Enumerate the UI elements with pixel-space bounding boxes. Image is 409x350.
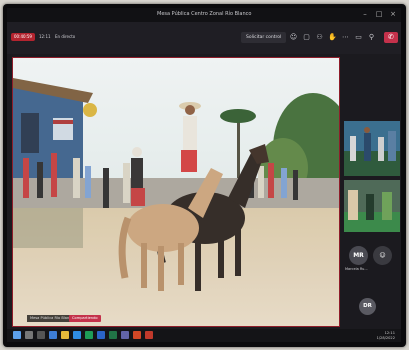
- leave-button[interactable]: ✆: [384, 32, 398, 43]
- avatar-dr[interactable]: DR: [359, 298, 376, 315]
- mic-icon[interactable]: ⚲: [367, 32, 376, 42]
- window-controls: – □ ×: [361, 10, 397, 18]
- shared-video-stage: Mesa Pública Río Blanco Compartiendo: [12, 57, 340, 327]
- media-icon[interactable]: [145, 331, 153, 339]
- participants-icon[interactable]: ⚇: [315, 32, 324, 42]
- raise-hand-icon[interactable]: ✋: [328, 32, 337, 42]
- more-icon[interactable]: ⋯: [341, 32, 350, 42]
- video-tile-1-image: [344, 121, 400, 176]
- camera-icon[interactable]: ▭: [354, 32, 363, 42]
- system-clock[interactable]: 12:11 1/28/2022: [377, 331, 395, 340]
- meeting-timer: 12:11: [39, 34, 51, 39]
- video-tile-2[interactable]: [344, 180, 400, 232]
- monitor-frame: Mesa Pública Centro Zonal Río Blanco – □…: [3, 4, 406, 347]
- minimize-icon[interactable]: –: [361, 10, 369, 18]
- participant-name-mr: Marcela Ru...: [345, 267, 368, 271]
- search-icon[interactable]: [25, 331, 33, 339]
- toolbar-actions: ☺ ▢ ⚇ ✋ ⋯ ▭ ⚲: [289, 32, 376, 42]
- edge-icon[interactable]: [73, 331, 81, 339]
- meeting-toolbar: 00:40:59 12:11 En directo Solicitar cont…: [7, 22, 401, 54]
- windows-taskbar: 12:11 1/28/2022: [7, 329, 401, 342]
- widgets-icon[interactable]: [49, 331, 57, 339]
- chrome-icon[interactable]: [85, 331, 93, 339]
- teams-meeting-window: Mesa Pública Centro Zonal Río Blanco – □…: [7, 8, 401, 342]
- window-title: Mesa Pública Centro Zonal Río Blanco: [157, 11, 252, 17]
- recording-badge: 00:40:59: [11, 33, 35, 41]
- sharing-badge: Compartiendo: [69, 315, 101, 322]
- video-tile-1[interactable]: [344, 121, 400, 176]
- participants-rail: MR Marcela Ru... ☺ DR: [343, 54, 401, 342]
- clock-date: 1/28/2022: [376, 335, 395, 340]
- excel-icon[interactable]: [109, 331, 117, 339]
- meeting-status: En directo: [55, 34, 76, 39]
- word-icon[interactable]: [97, 331, 105, 339]
- reactions-icon[interactable]: ☺: [289, 32, 298, 42]
- maximize-icon[interactable]: □: [375, 10, 383, 18]
- avatar-mr[interactable]: MR: [349, 246, 368, 265]
- start-icon[interactable]: [13, 331, 21, 339]
- taskbar-apps: [13, 331, 153, 339]
- video-tile-2-image: [344, 180, 400, 232]
- task-view-icon[interactable]: [37, 331, 45, 339]
- teams-icon[interactable]: [121, 331, 129, 339]
- title-bar: Mesa Pública Centro Zonal Río Blanco – □…: [7, 8, 401, 22]
- horse-rider-video-frame: [13, 58, 339, 326]
- avatar-more[interactable]: ☺: [373, 246, 392, 265]
- chat-icon[interactable]: ▢: [302, 32, 311, 42]
- file-explorer-icon[interactable]: [61, 331, 69, 339]
- powerpoint-icon[interactable]: [133, 331, 141, 339]
- request-control-button[interactable]: Solicitar control: [241, 32, 287, 43]
- close-icon[interactable]: ×: [389, 10, 397, 18]
